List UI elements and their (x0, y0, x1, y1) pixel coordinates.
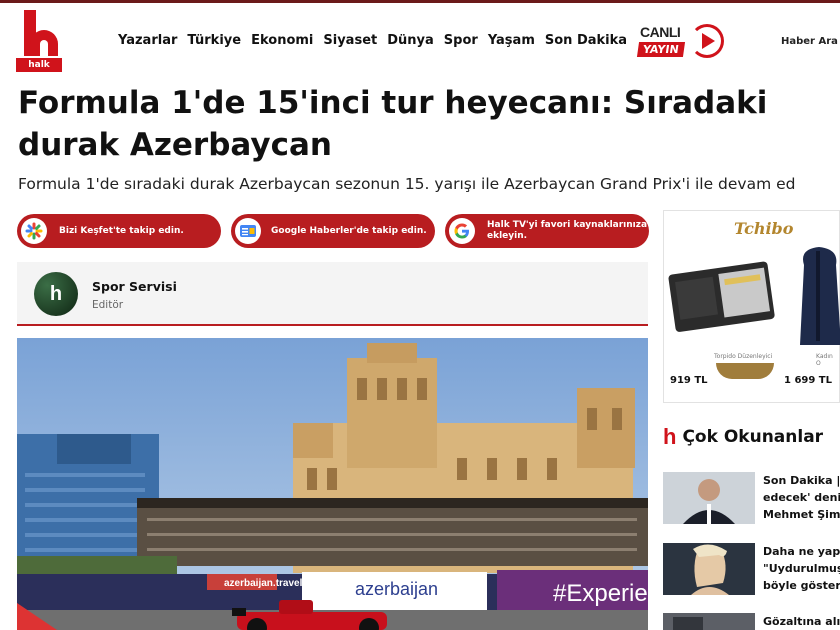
nav-item-siyaset[interactable]: Siyaset (323, 33, 377, 48)
nav-item-yasam[interactable]: Yaşam (488, 33, 535, 48)
author-avatar[interactable]: h (34, 272, 78, 316)
article-hero-image: azerbaijan.travel azerbaijan #Experie (17, 338, 648, 630)
ad-product2-caption: Kadın O (816, 353, 833, 367)
ad-product2-price: 1 699 TL (784, 375, 832, 386)
nav-item-dunya[interactable]: Dünya (387, 33, 434, 48)
news-headline-line: "Uydurulmuş" (763, 562, 840, 575)
news-headline: Gözaltına alın (763, 613, 840, 630)
news-headline: Daha ne yapa "Uydurulmuş" böyle gösterd (763, 543, 840, 594)
follow-discover-label: Bizi Keşfet'te takip edin. (59, 225, 184, 236)
most-read-item[interactable]: Gözaltına alın (663, 613, 840, 630)
news-thumbnail (663, 613, 755, 630)
author-box: h Spor Servisi Editör (17, 262, 648, 326)
nav-item-ekonomi[interactable]: Ekonomi (251, 33, 313, 48)
live-label-top: CANLI (640, 24, 681, 40)
google-icon (449, 218, 475, 244)
h-mark-icon: h (663, 424, 677, 449)
news-headline-line: Daha ne yapa (763, 545, 840, 558)
nav-item-turkiye[interactable]: Türkiye (187, 33, 241, 48)
follow-buttons: Bizi Keşfet'te takip edin. Google Haberl… (17, 214, 649, 248)
author-name[interactable]: Spor Servisi (92, 279, 177, 294)
most-read-item[interactable]: Daha ne yapa "Uydurulmuş" böyle gösterd (663, 543, 840, 599)
main-nav: Yazarlar Türkiye Ekonomi Siyaset Dünya S… (118, 33, 627, 48)
search-link[interactable]: Haber Ara (781, 36, 838, 47)
play-icon (702, 33, 715, 49)
banner-azerbaijan-travel: azerbaijan.travel (224, 578, 303, 589)
banner-experience: #Experie (553, 580, 648, 607)
news-thumbnail (663, 543, 755, 595)
logo-h-arch (30, 30, 58, 56)
nav-item-son-dakika[interactable]: Son Dakika (545, 33, 627, 48)
news-headline: Son Dakika | ' edecek' denild Mehmet Şim… (763, 472, 840, 523)
ad-price-swoosh (716, 363, 774, 379)
discover-icon (21, 218, 47, 244)
follow-discover-button[interactable]: Bizi Keşfet'te takip edin. (17, 214, 221, 248)
banner-azerbaijan: azerbaijan (355, 579, 438, 599)
article-title: Formula 1'de 15'inci tur heyecanı: Sırad… (18, 85, 768, 163)
follow-google-news-label: Google Haberler'de takip edin. (271, 225, 427, 236)
news-headline-line: Mehmet Şimş (763, 508, 840, 521)
most-read-title: Çok Okunanlar (682, 427, 824, 447)
logo-text: halk (16, 58, 62, 72)
most-read-heading: h Çok Okunanlar (663, 424, 823, 450)
news-headline-line: Son Dakika | ' (763, 474, 840, 487)
ad-brand: Tchibo (734, 219, 794, 238)
nav-item-spor[interactable]: Spor (444, 33, 478, 48)
news-headline-line: böyle gösterd (763, 579, 840, 592)
ad-product1-price: 919 TL (670, 375, 708, 386)
news-headline-line: edecek' denild (763, 491, 840, 504)
author-role: Editör (92, 299, 124, 311)
live-broadcast-button[interactable]: CANLI YAYIN (636, 22, 726, 62)
follow-google-news-button[interactable]: Google Haberler'de takip edin. (231, 214, 435, 248)
most-read-item[interactable]: Son Dakika | ' edecek' denild Mehmet Şim… (663, 472, 840, 528)
ad-product1-caption: Torpido Düzenleyici (714, 353, 773, 360)
add-favorite-source-button[interactable]: Halk TV'yi favori kaynaklarınıza ekleyin… (445, 214, 649, 248)
tchibo-ad[interactable]: Tchibo Torpido Düzenleyici Kadın O 919 T… (663, 210, 840, 403)
article-subtitle: Formula 1'de sıradaki durak Azerbaycan s… (18, 175, 796, 193)
baku-circuit-photo: azerbaijan.travel azerbaijan #Experie (17, 338, 648, 630)
news-headline-line: Gözaltına alın (763, 615, 840, 628)
live-label-bottom: YAYIN (636, 42, 685, 57)
halk-tv-logo[interactable]: halk (16, 10, 62, 72)
nav-item-yazarlar[interactable]: Yazarlar (118, 33, 177, 48)
ad-products-image (668, 247, 840, 345)
add-favorite-source-label: Halk TV'yi favori kaynaklarınıza ekleyin… (487, 220, 648, 241)
top-accent-line (0, 0, 840, 3)
news-thumbnail (663, 472, 755, 524)
google-news-icon (235, 218, 261, 244)
author-avatar-letter: h (49, 282, 63, 305)
